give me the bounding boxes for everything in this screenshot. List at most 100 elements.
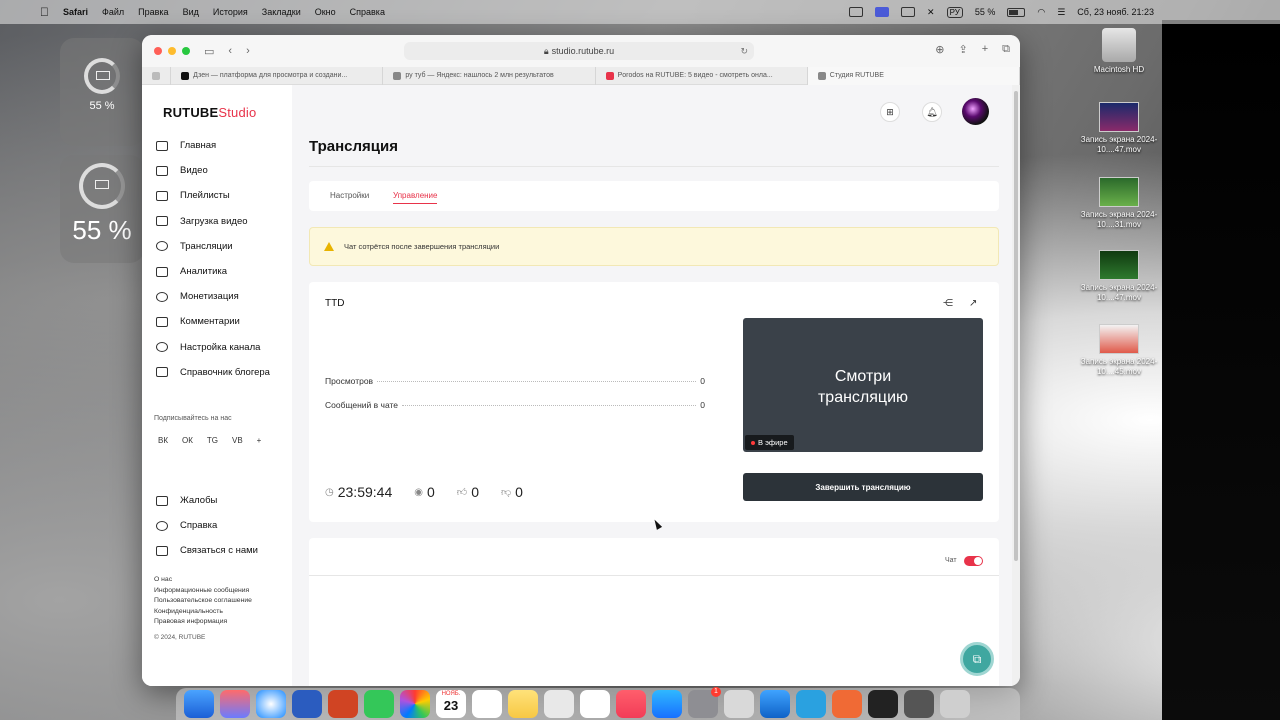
wifi-icon[interactable]: ◠ bbox=[1037, 7, 1045, 18]
sidebar-item-analytics[interactable]: Аналитика bbox=[156, 259, 270, 284]
browser-tab[interactable]: Дзен — платформа для просмотра и создани… bbox=[171, 66, 384, 85]
safari-icon[interactable] bbox=[256, 690, 286, 718]
telegram-icon[interactable] bbox=[796, 690, 826, 718]
finder-icon[interactable] bbox=[184, 690, 214, 718]
ok-icon[interactable]: ОК bbox=[182, 436, 193, 445]
new-tab-icon[interactable]: + bbox=[982, 43, 988, 56]
sidebar-item-blogger-guide[interactable]: Справочник блогера bbox=[156, 360, 270, 385]
page-scrollbar[interactable] bbox=[1012, 85, 1020, 686]
analytics-icon bbox=[156, 266, 168, 277]
menu-app-name[interactable]: Safari bbox=[63, 7, 88, 17]
reminders-icon[interactable] bbox=[472, 690, 502, 718]
system-settings-icon[interactable]: 1 bbox=[688, 687, 721, 718]
trash-icon[interactable] bbox=[940, 690, 970, 718]
browser-tab[interactable]: Porodos на RUTUBE: 5 видео - смотреть он… bbox=[596, 66, 808, 85]
menu-edit[interactable]: Правка bbox=[138, 7, 168, 17]
desktop-icon-recording[interactable]: Запись экрана 2024-10....47.mov bbox=[1079, 250, 1159, 303]
sidebar-item-video[interactable]: Видео bbox=[156, 158, 270, 183]
photos-icon[interactable] bbox=[400, 690, 430, 718]
zoom-window-button[interactable] bbox=[182, 47, 190, 55]
tab-management[interactable]: Управление bbox=[393, 191, 438, 204]
freeform-icon[interactable] bbox=[580, 690, 610, 718]
sidebar-item-home[interactable]: Главная bbox=[156, 133, 270, 158]
support-chat-button[interactable]: ⧉ bbox=[960, 642, 994, 676]
sidebar-item-playlists[interactable]: Плейлисты bbox=[156, 183, 270, 208]
browser-tab[interactable]: ру туб — Яндекс: нашлось 2 млн результат… bbox=[383, 66, 596, 85]
roblox-icon[interactable] bbox=[724, 690, 754, 718]
sidebar-item-channel-settings[interactable]: Настройка канала bbox=[156, 335, 270, 360]
menu-window[interactable]: Окно bbox=[315, 7, 336, 17]
rutube-studio-logo[interactable]: RUTUBEStudio bbox=[163, 105, 256, 120]
reload-icon[interactable]: ↻ bbox=[740, 46, 748, 57]
stream-preview[interactable]: Смотри трансляцию В эфире bbox=[743, 318, 983, 452]
menu-bookmarks[interactable]: Закладки bbox=[262, 7, 301, 17]
desktop-icon-drive[interactable]: Macintosh HD bbox=[1079, 28, 1159, 75]
display-icon[interactable] bbox=[901, 7, 916, 17]
sidebar-item-contact[interactable]: Связаться с нами bbox=[156, 538, 258, 563]
browser-tab-active[interactable]: Студия RUTUBE bbox=[807, 66, 1020, 85]
sidebar-item-upload[interactable]: Загрузка видео bbox=[156, 209, 270, 234]
footer-link-info[interactable]: Информационные сообщения bbox=[154, 586, 252, 597]
notifications-button[interactable]: 🔔︎ bbox=[922, 102, 942, 122]
sidebar-item-complaints[interactable]: Жалобы bbox=[156, 488, 258, 513]
scrollbar-thumb[interactable] bbox=[1014, 91, 1018, 561]
external-link-icon[interactable]: ↗ bbox=[969, 298, 977, 309]
mute-icon[interactable]: ✕ bbox=[927, 7, 935, 18]
notes-icon[interactable] bbox=[508, 690, 538, 718]
menu-clock[interactable]: Сб, 23 нояб. 21:23 bbox=[1077, 7, 1154, 17]
menu-view[interactable]: Вид bbox=[183, 7, 199, 17]
battery-icon[interactable] bbox=[1007, 7, 1026, 17]
music-icon[interactable] bbox=[616, 690, 646, 718]
menu-file[interactable]: Файл bbox=[102, 7, 124, 17]
sidebar-item-help[interactable]: Справка bbox=[156, 513, 258, 538]
tab-settings[interactable]: Настройки bbox=[330, 191, 369, 200]
back-icon[interactable]: ‹ bbox=[228, 45, 232, 57]
vk-icon[interactable]: ВК bbox=[158, 436, 168, 445]
calendar-icon[interactable]: НОЯБ. 23 bbox=[436, 690, 466, 718]
screen-record-icon[interactable] bbox=[875, 7, 890, 17]
footer-link-legal[interactable]: Правовая информация bbox=[154, 617, 252, 628]
more-social-icon[interactable]: + bbox=[257, 436, 262, 445]
powerpoint-icon[interactable] bbox=[328, 690, 358, 718]
control-center-icon[interactable]: ☰ bbox=[1057, 7, 1065, 18]
folder-icon[interactable] bbox=[760, 690, 790, 718]
launchpad-icon[interactable] bbox=[220, 690, 250, 718]
app-store-icon[interactable] bbox=[652, 690, 682, 718]
chat-toggle[interactable] bbox=[964, 556, 983, 566]
sidebar-item-comments[interactable]: Комментарии bbox=[156, 309, 270, 334]
sidebar-item-monetization[interactable]: Монетизация bbox=[156, 284, 270, 309]
vpn-icon[interactable] bbox=[832, 690, 862, 718]
tab-overview-icon[interactable]: ⧉ bbox=[1002, 43, 1010, 56]
forward-icon[interactable]: › bbox=[246, 45, 250, 57]
share-icon[interactable]: ⋲ bbox=[943, 298, 953, 309]
sidebar-item-broadcasts[interactable]: Трансляции bbox=[156, 234, 270, 259]
menu-help[interactable]: Справка bbox=[350, 7, 385, 17]
avatar[interactable] bbox=[962, 98, 989, 125]
desktop-icon-recording[interactable]: Запись экрана 2024-10....31.mov bbox=[1079, 177, 1159, 230]
word-icon[interactable] bbox=[292, 690, 322, 718]
footer-link-terms[interactable]: Пользовательское соглашение bbox=[154, 596, 252, 607]
pinned-tab[interactable] bbox=[142, 66, 172, 85]
desktop-icon-recording[interactable]: Запись экрана 2024-10....45.mov bbox=[1079, 324, 1159, 377]
downloads-icon[interactable]: ⊕ bbox=[935, 43, 944, 56]
address-bar[interactable]: 🔒︎ studio.rutube.ru ↻ bbox=[404, 42, 754, 60]
menu-history[interactable]: История bbox=[213, 7, 248, 17]
close-window-button[interactable] bbox=[154, 47, 162, 55]
screenshot-icon[interactable] bbox=[544, 690, 574, 718]
status-app-icon[interactable] bbox=[849, 7, 864, 17]
footer-link-about[interactable]: О нас bbox=[154, 575, 252, 586]
end-stream-button[interactable]: Завершить трансляцию bbox=[743, 473, 983, 501]
telegram-icon[interactable]: TG bbox=[207, 436, 218, 445]
messages-icon[interactable] bbox=[364, 690, 394, 718]
minimize-window-button[interactable] bbox=[168, 47, 176, 55]
viber-icon[interactable]: VB bbox=[232, 436, 243, 445]
desktop-icon-recording[interactable]: Запись экрана 2024-10....47.mov bbox=[1079, 102, 1159, 155]
obs-icon[interactable] bbox=[868, 690, 898, 718]
share-icon[interactable]: ⇪ bbox=[958, 43, 967, 56]
input-language[interactable]: РУ bbox=[946, 6, 963, 18]
sidebar-toggle-icon[interactable]: ▭ bbox=[204, 45, 214, 58]
footer-link-privacy[interactable]: Конфиденциальность bbox=[154, 607, 252, 618]
recent-window-icon[interactable] bbox=[904, 690, 934, 718]
upload-video-button[interactable]: ⊞ bbox=[880, 102, 900, 122]
apple-icon[interactable]:  bbox=[40, 5, 49, 19]
